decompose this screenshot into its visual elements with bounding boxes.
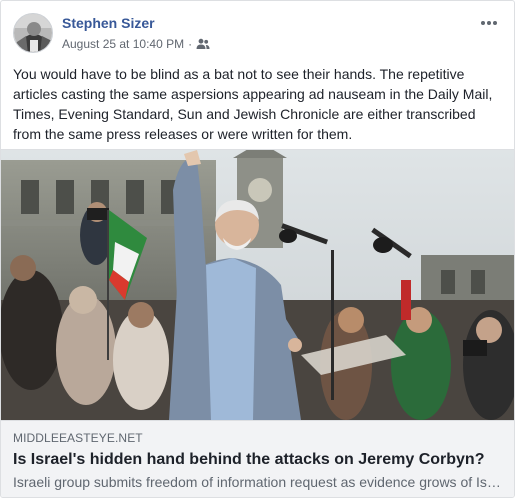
link-description: Israeli group submits freedom of informa…: [13, 474, 502, 490]
post-text: You would have to be blind as a bat not …: [13, 66, 493, 142]
link-preview-info[interactable]: MIDDLEEASTEYE.NET Is Israel's hidden han…: [1, 420, 514, 497]
meta-separator: ·: [188, 37, 193, 51]
link-domain: MIDDLEEASTEYE.NET: [13, 431, 143, 445]
more-options-icon: [481, 21, 497, 25]
link-preview-image[interactable]: [1, 150, 514, 420]
post-meta: August 25 at 10:40 PM ·: [62, 37, 210, 51]
post-timestamp[interactable]: August 25 at 10:40 PM: [62, 37, 184, 51]
link-title[interactable]: Is Israel's hidden hand behind the attac…: [13, 450, 502, 470]
link-preview-card[interactable]: MIDDLEEASTEYE.NET Is Israel's hidden han…: [1, 149, 514, 497]
author-name-link[interactable]: Stephen Sizer: [62, 15, 155, 31]
post-header: Stephen Sizer August 25 at 10:40 PM ·: [13, 13, 503, 57]
more-options-button[interactable]: [477, 13, 501, 33]
feed-post: Stephen Sizer August 25 at 10:40 PM · Yo…: [0, 0, 515, 498]
avatar[interactable]: [13, 13, 53, 53]
avatar-image: [14, 14, 52, 52]
friends-icon[interactable]: [196, 38, 210, 50]
